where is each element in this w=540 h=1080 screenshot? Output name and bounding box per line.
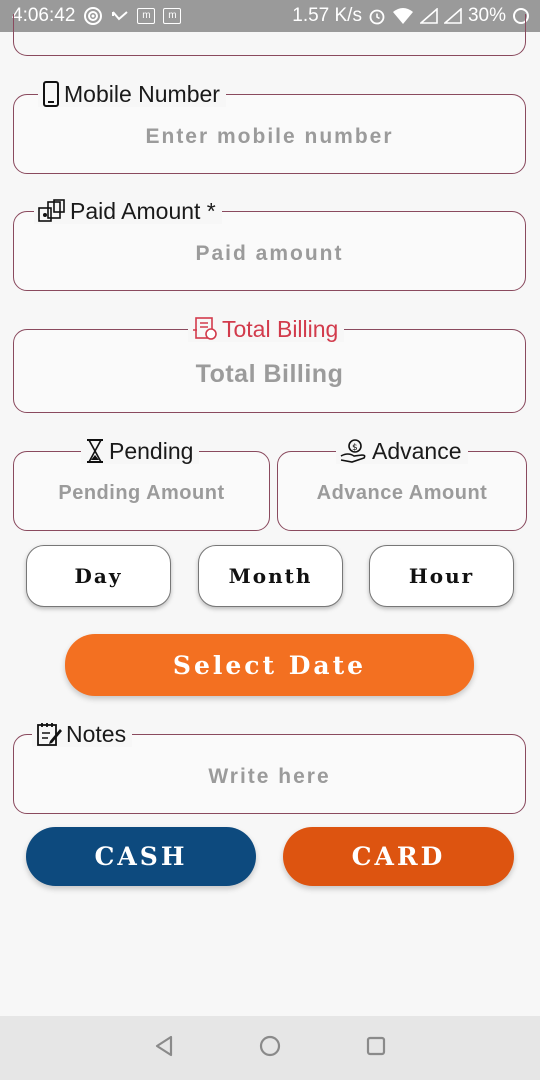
svg-text:$: $ [352, 443, 358, 453]
month-button[interactable]: Month [198, 545, 343, 607]
mobile-number-label: Mobile Number [38, 81, 226, 107]
notes-field[interactable]: Notes Write here [13, 721, 526, 814]
money-hand-icon: $ [340, 438, 368, 464]
notes-placeholder: Write here [208, 765, 331, 788]
paid-amount-placeholder: Paid amount [195, 242, 344, 265]
cash-button[interactable]: CASH [26, 827, 256, 886]
home-icon[interactable] [258, 1034, 282, 1063]
recents-icon[interactable] [364, 1034, 388, 1063]
mobile-number-field[interactable]: Mobile Number Enter mobile number [13, 81, 526, 174]
card-button[interactable]: CARD [283, 827, 514, 886]
billing-receipt-icon [192, 316, 218, 342]
select-date-button[interactable]: Select Date [65, 634, 474, 696]
cash-wallet-icon [38, 199, 66, 223]
advance-field[interactable]: $ Advance Advance Amount [277, 438, 527, 531]
pending-label: Pending [81, 438, 200, 464]
notes-label: Notes [32, 721, 133, 747]
total-billing-label: Total Billing [188, 316, 345, 342]
advance-label: $ Advance [336, 438, 468, 464]
mobile-number-placeholder: Enter mobile number [145, 125, 394, 148]
hourglass-icon [85, 438, 105, 464]
mobile-phone-icon [42, 81, 60, 107]
paid-amount-label: Paid Amount * [34, 198, 222, 224]
day-button[interactable]: Day [26, 545, 171, 607]
total-billing-placeholder: Total Billing [195, 360, 344, 388]
pending-field[interactable]: Pending Pending Amount [13, 438, 270, 531]
notepad-edit-icon [36, 721, 62, 747]
total-billing-field[interactable]: Total Billing Total Billing [13, 316, 526, 413]
advance-amount-placeholder: Advance Amount [316, 482, 488, 504]
paid-amount-field[interactable]: Paid Amount * Paid amount [13, 198, 526, 291]
pending-amount-placeholder: Pending Amount [58, 482, 225, 504]
back-icon[interactable] [152, 1034, 176, 1063]
navigation-bar [0, 1016, 540, 1080]
hour-button[interactable]: Hour [369, 545, 514, 607]
previous-field-edge [13, 14, 526, 56]
